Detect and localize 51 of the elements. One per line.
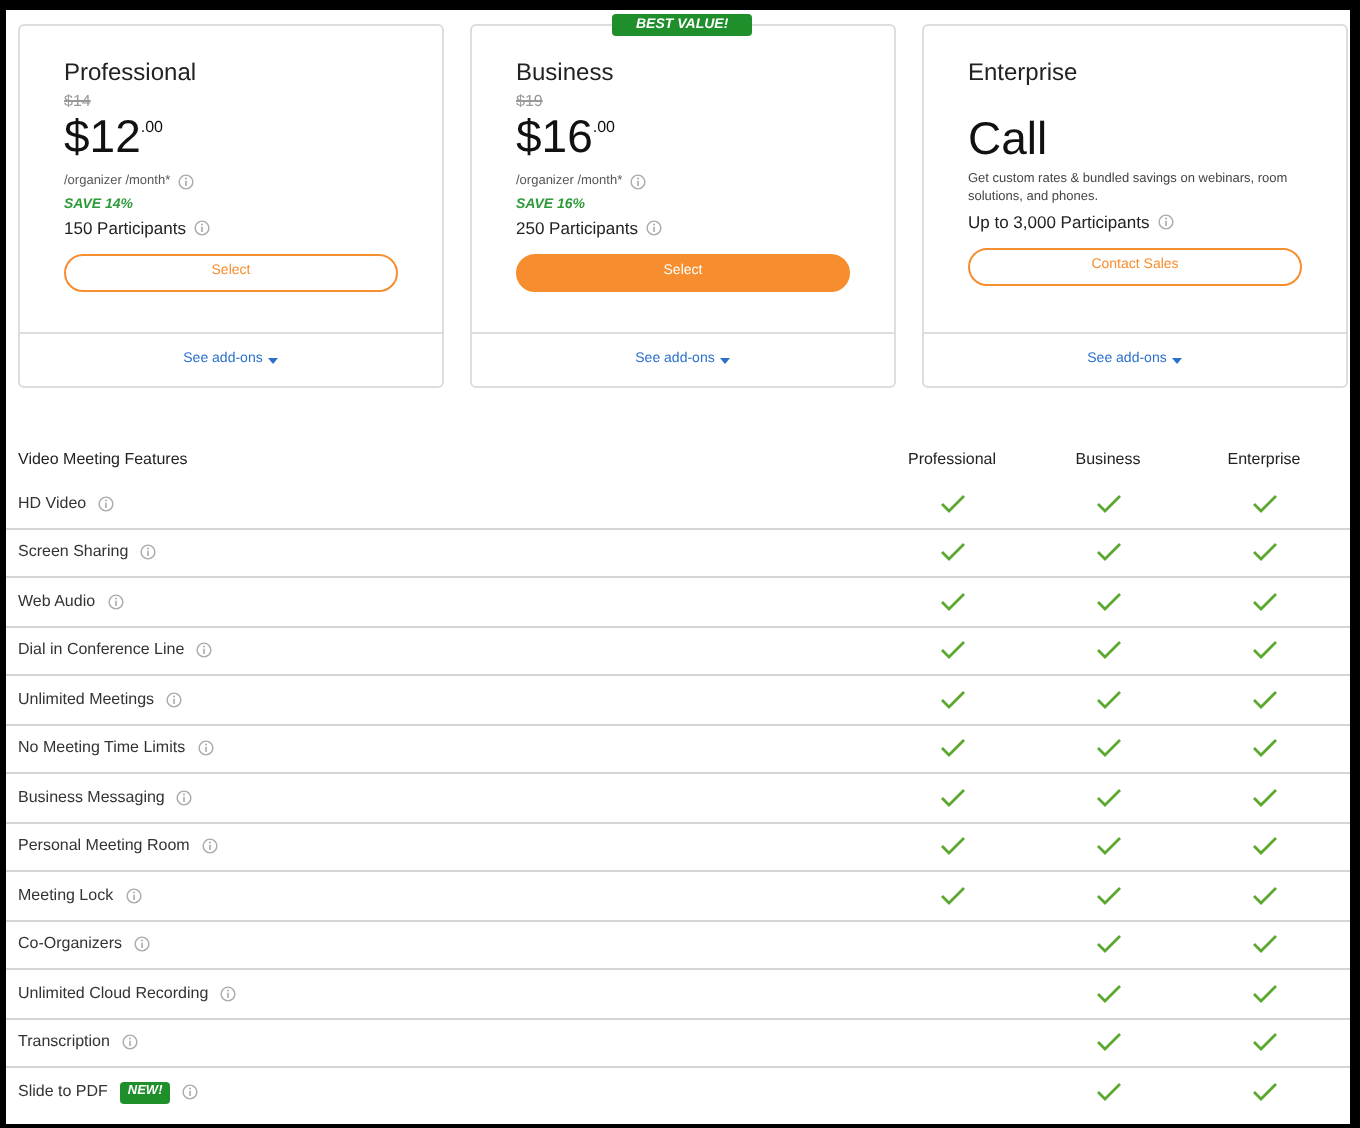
info-icon[interactable]	[176, 789, 193, 806]
feature-label: Unlimited Cloud Recording	[18, 981, 209, 1006]
info-icon[interactable]	[197, 740, 214, 757]
price: $16	[516, 114, 593, 160]
info-icon[interactable]	[220, 985, 237, 1002]
info-icon[interactable]	[630, 174, 647, 190]
price-cents: .00	[592, 120, 615, 136]
info-icon[interactable]	[645, 220, 662, 237]
feature-label: Transcription	[18, 1030, 110, 1055]
feature-label: Unlimited Meetings	[18, 687, 155, 712]
info-icon[interactable]	[193, 220, 210, 237]
features-title: Video Meeting Features	[18, 447, 190, 471]
column-header: Enterprise	[1225, 447, 1303, 471]
feature-label: Slide to PDF	[18, 1080, 108, 1105]
info-icon[interactable]	[182, 1084, 199, 1101]
participants-label: 250 Participants	[516, 220, 638, 237]
info-icon[interactable]	[140, 544, 157, 561]
feature-label: Personal Meeting Room	[18, 834, 190, 859]
caret-icon	[720, 357, 731, 363]
column-header: Professional	[905, 447, 999, 471]
info-icon[interactable]	[166, 691, 183, 708]
feature-label: Meeting Lock	[18, 883, 114, 908]
info-icon[interactable]	[121, 1034, 138, 1051]
caret-icon	[1172, 357, 1183, 363]
info-icon[interactable]	[196, 642, 213, 659]
info-icon[interactable]	[125, 887, 142, 904]
plan-name: Enterprise	[968, 60, 1080, 84]
participants-label: 150 Participants	[64, 220, 186, 237]
old-price: $19	[516, 94, 543, 110]
info-icon[interactable]	[201, 838, 218, 855]
info-icon[interactable]	[107, 593, 124, 610]
old-price: $14	[64, 94, 91, 110]
column-header: Business	[1073, 447, 1143, 471]
price-cents: .00	[140, 120, 163, 136]
feature-label: Dial in Conference Line	[18, 638, 185, 663]
info-icon[interactable]	[98, 495, 115, 512]
price: $12	[64, 114, 141, 160]
info-icon[interactable]	[178, 174, 195, 190]
info-icon[interactable]	[1157, 214, 1174, 231]
feature-label: Web Audio	[18, 589, 96, 614]
caret-icon	[268, 357, 279, 363]
feature-label: HD Video	[18, 491, 87, 516]
feature-label: No Meeting Time Limits	[18, 736, 186, 761]
feature-label: Co-Organizers	[18, 932, 123, 957]
info-icon[interactable]	[134, 936, 151, 953]
participants-label: Up to 3,000 Participants	[968, 214, 1150, 231]
feature-label: Screen Sharing	[18, 540, 129, 565]
feature-label: Business Messaging	[18, 785, 165, 810]
plan-name: Business	[516, 60, 616, 84]
plan-name: Professional	[64, 60, 199, 84]
price: Call	[968, 116, 1048, 162]
